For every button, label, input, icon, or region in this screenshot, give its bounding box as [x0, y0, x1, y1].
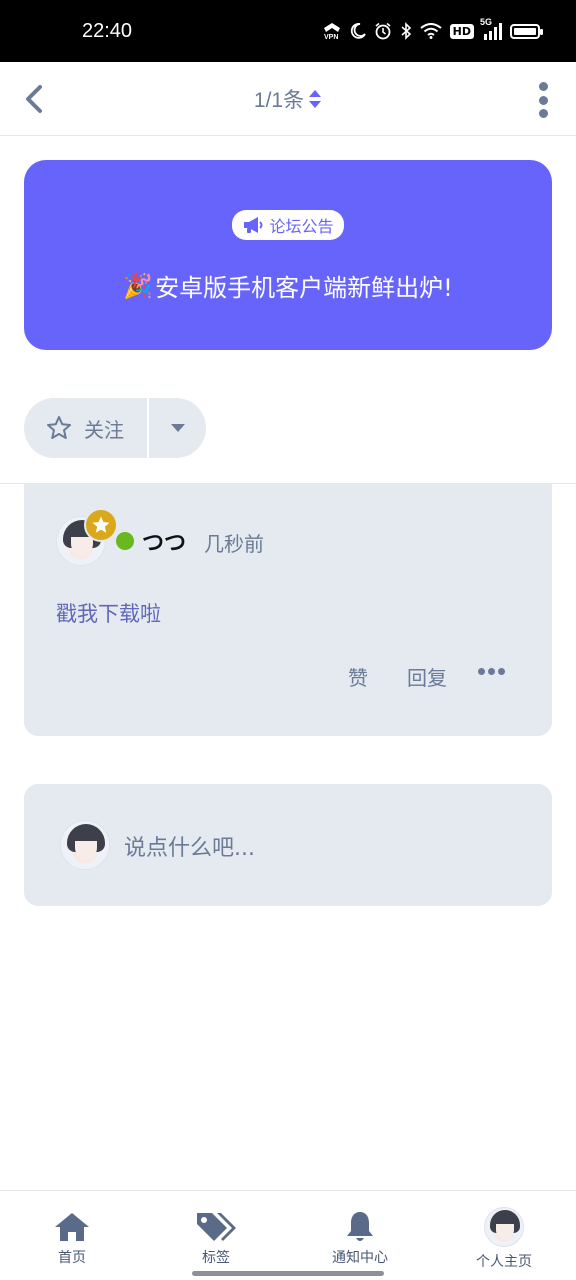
chevron-left-icon — [26, 85, 42, 113]
bluetooth-icon — [400, 22, 412, 40]
dot — [538, 109, 548, 118]
dot — [538, 82, 548, 91]
sort-icon — [309, 89, 322, 108]
tab-tags-label: 标签 — [202, 1250, 230, 1266]
username[interactable]: つつ — [142, 525, 186, 557]
star-outline-icon — [47, 416, 71, 439]
svg-text:VPN: VPN — [324, 34, 338, 40]
dot — [538, 95, 548, 105]
battery-icon — [510, 23, 543, 39]
caret-down-icon — [170, 424, 185, 432]
dot — [478, 668, 485, 675]
status-icons: VPN HD 5G — [322, 17, 543, 40]
status-time: 22:40 — [82, 19, 133, 42]
tab-notifications[interactable]: 通知中心 — [288, 1191, 432, 1280]
bottom-tab-bar: 首页 标签 通知中心 个人主页 — [0, 1190, 576, 1280]
back-button[interactable] — [18, 82, 50, 116]
follow-button[interactable]: 关注 — [24, 398, 147, 458]
home-icon — [53, 1207, 91, 1247]
bell-icon — [345, 1207, 375, 1247]
follow-dropdown-button[interactable] — [149, 398, 206, 458]
announcement-badge-label: 论坛公告 — [269, 217, 334, 236]
reply-input[interactable]: 说点什么吧... — [24, 784, 552, 906]
post-content[interactable]: 戳我下载啦 — [56, 598, 161, 628]
announcement-banner[interactable]: 论坛公告 🎉 安卓版手机客户端新鲜出炉! — [24, 160, 552, 350]
party-popper-icon: 🎉 — [123, 271, 154, 300]
alarm-icon — [374, 22, 392, 40]
online-status-indicator — [116, 532, 134, 550]
status-bar: 22:40 VPN HD 5G — [0, 0, 576, 62]
megaphone-icon — [244, 217, 263, 233]
dot — [498, 668, 505, 675]
page-count-selector[interactable]: 1/1条 — [254, 84, 322, 114]
top-nav: 1/1条 — [0, 62, 576, 136]
tab-home-label: 首页 — [58, 1250, 86, 1266]
announcement-text-row: 🎉 安卓版手机客户端新鲜出炉! — [123, 268, 453, 303]
hd-icon: HD — [449, 23, 474, 39]
dot — [488, 668, 495, 675]
more-options-button[interactable] — [532, 82, 554, 118]
avatar — [484, 1207, 524, 1247]
tags-icon — [195, 1207, 237, 1247]
signal-5g-icon: 5G — [480, 17, 502, 40]
moon-icon — [350, 23, 366, 39]
network-type-label: 5G — [480, 17, 493, 27]
follow-button-group: 关注 — [24, 398, 206, 458]
post-timestamp: 几秒前 — [204, 532, 264, 556]
announcement-badge: 论坛公告 — [232, 210, 344, 240]
tab-home[interactable]: 首页 — [0, 1191, 144, 1280]
tab-tags[interactable]: 标签 — [144, 1191, 288, 1280]
like-button[interactable]: 赞 — [348, 662, 368, 691]
announcement-text: 安卓版手机客户端新鲜出炉! — [155, 274, 453, 302]
star-badge-icon — [84, 508, 118, 542]
follow-label: 关注 — [84, 417, 124, 442]
tab-profile[interactable]: 个人主页 — [432, 1191, 576, 1280]
vpn-icon: VPN — [322, 22, 342, 40]
post-more-button[interactable] — [478, 668, 505, 675]
page-count-label: 1/1条 — [253, 88, 305, 112]
tab-notifications-label: 通知中心 — [332, 1250, 388, 1266]
tab-profile-label: 个人主页 — [476, 1254, 532, 1270]
post-card: つつ 几秒前 戳我下载啦 赞 回复 — [24, 484, 552, 736]
reply-button[interactable]: 回复 — [407, 662, 447, 691]
wifi-icon — [420, 23, 442, 39]
home-indicator[interactable] — [192, 1271, 384, 1276]
reply-placeholder: 说点什么吧... — [124, 836, 255, 861]
current-user-avatar — [60, 820, 110, 870]
